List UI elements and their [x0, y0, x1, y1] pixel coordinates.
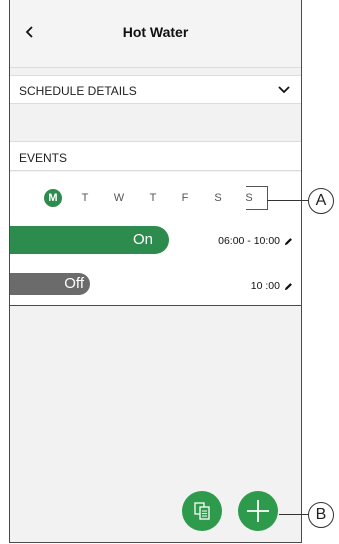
callout-a-leader [267, 200, 309, 201]
event-off-bar[interactable]: Off [10, 273, 90, 295]
copy-icon [194, 502, 210, 520]
pencil-icon[interactable] [284, 237, 293, 246]
event-on-time[interactable]: 06:00 - 10:00 [218, 235, 293, 247]
day-friday[interactable]: F [176, 189, 194, 207]
add-event-button[interactable] [238, 491, 278, 531]
selection-bracket [246, 186, 268, 210]
phone-screen: Hot Water SCHEDULE DETAILS EVENTS M T W … [9, 0, 302, 543]
event-on-label: On [132, 231, 153, 248]
callout-b: B [308, 502, 334, 528]
event-off-time[interactable]: 10 :00 [251, 280, 293, 292]
chevron-down-icon[interactable] [277, 84, 291, 96]
event-off-label: Off [64, 275, 84, 292]
day-saturday[interactable]: S [209, 189, 227, 207]
copy-schedule-button[interactable] [182, 491, 222, 531]
callout-b-leader [279, 514, 309, 515]
schedule-details-row[interactable]: SCHEDULE DETAILS [10, 75, 301, 104]
app-header: Hot Water [10, 0, 301, 68]
events-panel: M T W T F S S On 06:00 - 10:00 Off 10 :0… [10, 172, 301, 306]
pencil-icon[interactable] [284, 282, 293, 291]
page-title: Hot Water [122, 24, 189, 40]
events-label: EVENTS [19, 151, 68, 165]
day-wednesday[interactable]: W [110, 189, 128, 207]
day-tuesday[interactable]: T [76, 189, 94, 207]
events-header: EVENTS [10, 141, 301, 171]
event-on-bar[interactable]: On [10, 226, 169, 254]
schedule-details-label: SCHEDULE DETAILS [19, 84, 137, 98]
callout-a: A [308, 188, 334, 214]
event-on-time-text: 06:00 - 10:00 [218, 235, 280, 247]
event-off-time-text: 10 :00 [250, 280, 280, 292]
day-thursday[interactable]: T [144, 189, 162, 207]
plus-icon [247, 500, 269, 522]
day-monday[interactable]: M [44, 189, 62, 207]
